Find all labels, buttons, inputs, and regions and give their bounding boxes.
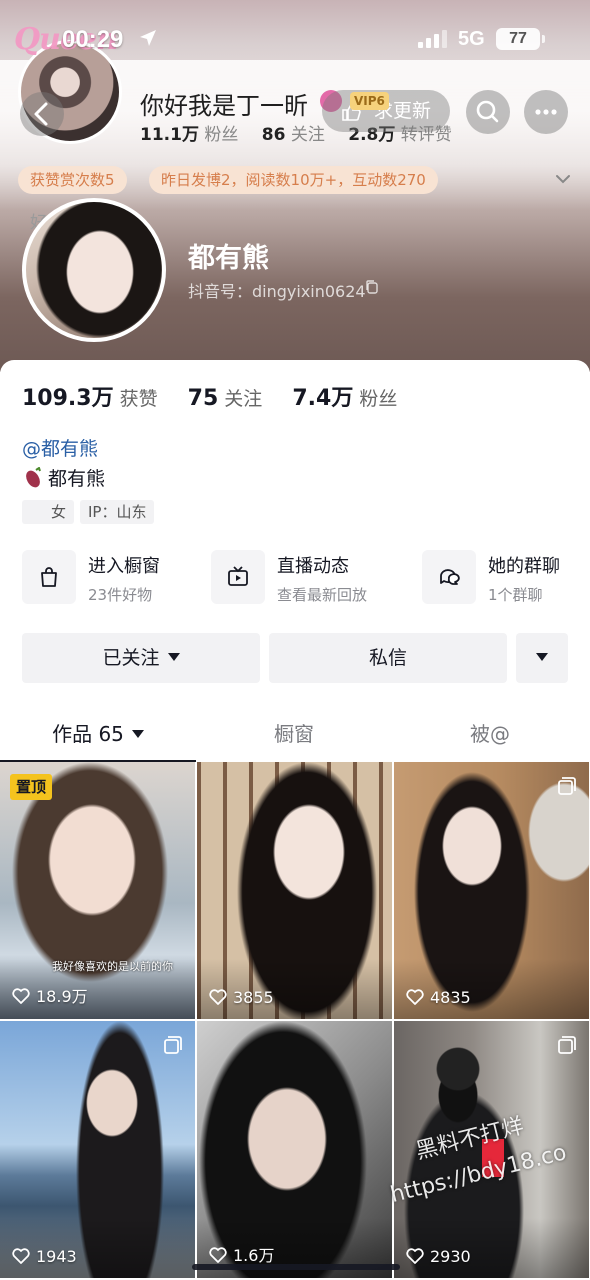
group-chat-entry[interactable]: 她的群聊 1个群聊 [422,550,590,608]
multi-image-icon [164,1036,182,1054]
home-indicator [192,1264,400,1270]
entry-icon-box [22,550,76,604]
heart-icon [12,988,30,1004]
profile-stats: 109.3万 获赞 75 关注 7.4万 粉丝 [22,380,421,412]
followed-button[interactable]: 已关注 [22,633,260,683]
entry-title: 进入橱窗 [88,556,160,577]
video-likes: 18.9万 [12,983,88,1007]
mention-link[interactable]: @都有熊 [22,434,98,461]
followers-count[interactable]: 7.4万 [292,386,353,411]
heart-icon [209,1247,227,1263]
pinned-badge: 置顶 [10,774,53,800]
followed-label: 已关注 [102,647,160,669]
copy-icon[interactable] [364,279,380,295]
overlay-tags: 获赞赏次数5 昨日发博2，阅读数10万+，互动数270 [18,166,578,194]
video-caption: 我好像喜欢的是以前的你 [52,960,173,973]
multi-image-icon [558,1036,576,1054]
profile-avatar[interactable] [22,198,166,342]
live-replay-entry[interactable]: 直播动态 查看最新回放 [211,550,391,608]
video-tile[interactable]: 4835 [394,762,589,1019]
entry-subtitle: 1个群聊 [488,586,543,604]
heart-icon [12,1248,30,1264]
search-button[interactable] [466,90,510,134]
back-button[interactable] [20,92,64,136]
video-likes: 3855 [209,988,274,1007]
tab-label: 作品 65 [52,722,124,746]
message-label: 私信 [368,647,407,669]
heart-icon [406,1248,424,1264]
profile-header-background: Queen 00:29 5G 77 你好我是丁一昕 11.1万 粉丝 86 关注… [0,0,590,372]
search-icon [476,100,499,123]
profile-actions: 已关注 私信 [22,633,568,683]
video-tile[interactable]: 置顶 我好像喜欢的是以前的你 18.9万 [0,762,195,1019]
video-grid: 置顶 我好像喜欢的是以前的你 18.9万 3855 4835 1943 1.6万… [0,762,590,1280]
entry-title: 她的群聊 [488,556,560,577]
following-label[interactable]: 关注 [224,388,262,410]
bio-line: 都有熊 [22,464,105,491]
battery-indicator: 77 [496,28,545,50]
likes-label: 获赞 [119,388,158,410]
heart-icon [406,989,424,1005]
gender-chip: 女 [22,500,74,524]
heart-icon [209,989,227,1005]
entry-icon-box [211,550,265,604]
group-chat-icon [440,569,460,585]
sweet-potato-icon [26,467,41,488]
tab-label: 被@ [470,722,510,746]
content-tabs: 作品 65 橱窗 被@ [0,716,590,762]
profile-name: 都有熊 [188,243,269,274]
caret-down-icon [167,653,180,661]
chevron-left-icon [34,102,48,126]
tab-shop-window[interactable]: 橱窗 [196,716,392,752]
caret-down-icon [131,730,144,738]
shop-window-entry[interactable]: 进入橱窗 23件好物 [22,550,202,608]
more-dots-icon [535,109,557,115]
entry-icon-box [422,550,476,604]
video-likes: 2930 [406,1247,471,1266]
douyin-id: 抖音号：dingyixin0624 [188,282,366,301]
network-type: 5G [458,28,485,50]
profile-chips: 女 IP：山东 [22,500,160,524]
chevron-down-icon[interactable] [552,168,574,190]
followers-label[interactable]: 粉丝 [359,388,397,410]
overlay-username: 你好我是丁一昕 [140,92,308,120]
entry-subtitle: 23件好物 [88,586,153,604]
bio-text: 都有熊 [48,468,106,490]
entry-title: 直播动态 [277,556,349,577]
more-options-button[interactable] [516,633,568,683]
overlay-tag: 获赞赏次数5 [18,166,127,194]
location-arrow-icon [140,30,156,46]
tab-label: 橱窗 [274,722,314,746]
entry-subtitle: 查看最新回放 [277,586,368,604]
likes-count: 109.3万 [22,386,114,411]
tab-mentions[interactable]: 被@ [392,716,588,752]
multi-image-icon [558,777,576,795]
tab-works[interactable]: 作品 65 [0,716,196,752]
status-time: 00:29 [62,26,124,53]
video-tile[interactable]: 1943 [0,1021,195,1278]
video-tile[interactable]: 3855 [197,762,392,1019]
overlay-tag: 昨日发博2，阅读数10万+，互动数270 [149,166,438,194]
video-likes: 1.6万 [209,1242,274,1266]
feature-entries: 进入橱窗 23件好物 直播动态 查看最新回放 她的群聊 1个群聊 [22,550,572,608]
live-tv-icon [228,566,248,586]
vip-badge: VIP6 [350,92,389,110]
ip-chip: IP：山东 [80,500,155,524]
video-likes: 4835 [406,988,471,1007]
video-likes: 1943 [12,1247,77,1266]
following-count[interactable]: 75 [188,386,219,411]
shopping-bag-icon [41,567,57,587]
more-button[interactable] [524,90,568,134]
status-bar: Queen 00:29 5G 77 [0,18,590,62]
signal-icon [418,30,447,48]
caret-down-icon [536,653,548,661]
message-button[interactable]: 私信 [269,633,507,683]
